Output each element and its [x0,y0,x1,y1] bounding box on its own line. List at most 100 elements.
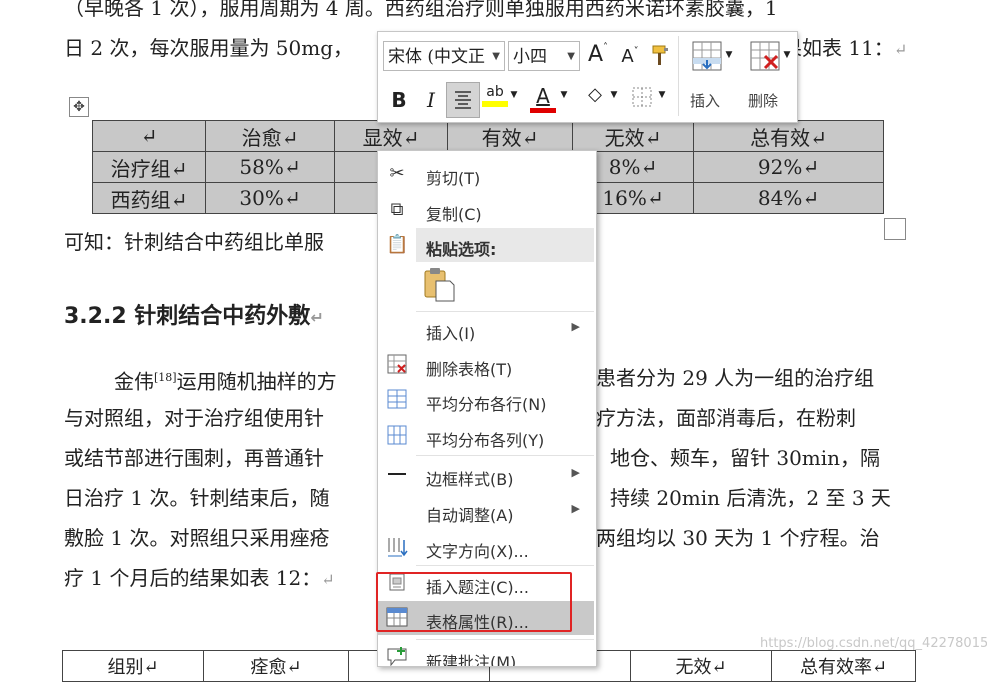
menu-item-label: 平均分布各行(N) [426,395,547,414]
table-cell[interactable]: 总有效↵ [693,120,884,152]
font-size-select[interactable]: 小四 ▼ [508,41,580,71]
menu-item-label: 剪切(T) [426,169,481,188]
table-cell[interactable]: ↵ [92,120,206,152]
doc-p2-line3-left: 或结节部进行围刺，再普通针 [64,446,324,470]
menu-item-label: 边框样式(B) [426,470,514,489]
doc-text: 运用随机抽样的方 [176,369,337,394]
doc-p2-line5-left: 敷脸 1 次。对照组只采用痤疮 [64,526,330,550]
menu-divider [416,455,594,456]
table-cell[interactable]: 有效↵ [447,120,573,152]
chevron-right-icon: ▶ [571,466,580,479]
chevron-down-icon[interactable]: ▼ [558,90,570,100]
table-cell[interactable]: 92%↵ [693,151,884,183]
doc-line-2-left: 日 2 次，每次服用量为 50mg， [64,36,354,60]
menu-item-label: 插入(I) [426,324,476,343]
menu-item-label: 文字方向(X)... [426,542,529,561]
doc-p2-line6: 疗 1 个月后的结果如表 12：↵ [64,564,335,594]
highlight-icon[interactable]: ab [482,84,508,107]
doc-line-2-right-text: 果如表 11： [782,36,894,60]
table-header-row: ↵ 治愈↵ 显效↵ 有效↵ 无效↵ 总有效↵ [92,120,884,152]
chevron-down-icon[interactable]: ▼ [608,90,620,100]
menu-item-copy[interactable]: ⧉ 复制(C) [378,193,594,227]
menu-item-autofit[interactable]: 自动调整(A) ▶ [378,494,594,528]
insert-table-icon[interactable] [690,40,724,76]
chevron-down-icon[interactable]: ▼ [724,50,734,60]
menu-item-border-style[interactable]: 边框样式(B) ▶ [378,458,594,492]
table-cell[interactable]: 58%↵ [205,151,335,183]
shrink-font-icon[interactable]: A˅ [618,46,642,67]
menu-item-new-comment[interactable]: 新建批注(M) [378,641,594,667]
menu-item-label: 自动调整(A) [426,506,514,525]
table-cell[interactable]: 无效↵ [630,650,772,682]
font-color-icon[interactable]: A [530,84,556,113]
bold-icon[interactable]: B [388,88,410,112]
table-cell[interactable]: 30%↵ [205,182,335,214]
font-name-select[interactable]: 宋体 (中文正 ▼ [383,41,505,71]
table-resize-handle[interactable] [884,218,906,240]
menu-item-label: 复制(C) [426,205,482,224]
paragraph-mark: ↵ [321,570,335,589]
doc-p2-line4-right: 持续 20min 后清洗，2 至 3 天 [610,486,891,510]
section-heading: 3.2.2 针刺结合中药外敷↵ [64,298,324,330]
new-comment-icon [386,647,408,666]
delete-table-icon [386,354,408,376]
grow-font-icon[interactable]: A˄ [586,42,610,67]
table-cell[interactable]: 治疗组↵ [92,151,206,183]
chevron-down-icon[interactable]: ▼ [508,90,520,100]
citation: [18] [154,371,177,384]
table-cell[interactable]: 治愈↵ [205,120,335,152]
menu-item-insert[interactable]: 插入(I) ▶ [378,312,594,346]
paste-text-only-icon [424,268,455,302]
chevron-down-icon[interactable]: ▼ [782,50,792,60]
chevron-down-icon[interactable]: ▼ [656,90,668,100]
distribute-rows-icon [386,389,408,411]
doc-line-1: （早晚各 1 次），服用周期为 4 周。西药组治疗则单独服用西药米诺环素胶囊，1 [64,0,778,20]
paragraph-mark: ↵ [893,40,908,59]
doc-line-2-right: 果如表 11：↵ [782,34,907,64]
doc-text: 疗 1 个月后的结果如表 12： [64,566,322,590]
italic-icon[interactable]: I [420,88,442,112]
table-move-handle[interactable]: ✥ [69,97,89,117]
menu-item-label: 粘贴选项: [426,240,497,259]
delete-table-icon[interactable] [748,40,782,76]
chevron-right-icon: ▶ [571,320,580,333]
section-heading-text: 3.2.2 针刺结合中药外敷 [64,304,311,329]
font-size-value: 小四 [513,47,547,67]
doc-p2-line3-right: 地仓、颊车，留针 30min，隔 [610,446,881,470]
doc-p2-line4-left: 日治疗 1 次。针刺结束后，随 [64,486,330,510]
center-align-icon[interactable] [446,82,480,118]
menu-item-label: 平均分布各列(Y) [426,431,545,450]
chevron-down-icon: ▼ [567,51,575,62]
doc-p2-line1-right: 患者分为 29 人为一组的治疗组 [596,366,875,390]
table-cell[interactable]: 总有效率↵ [771,650,916,682]
doc-p2-line2-right: 疗方法，面部消毒后，在粉刺 [596,406,856,430]
table-cell[interactable]: 显效↵ [334,120,448,152]
menu-item-distribute-columns[interactable]: 平均分布各列(Y) [378,419,594,453]
red-highlight-annotation [376,572,572,632]
shading-icon[interactable]: ◇ [582,84,608,105]
paste-keep-text-only-button[interactable] [416,267,476,307]
doc-text-after-table: 可知：针刺结合中药组比单服 [64,230,324,254]
copy-icon: ⧉ [390,199,404,220]
insert-label[interactable]: 插入 [690,90,720,111]
borders-icon[interactable] [630,86,654,112]
author-name: 金伟 [114,369,154,394]
paste-section-icon-holder: 📋 [378,228,416,262]
chevron-down-icon: ▼ [492,51,500,62]
chevron-right-icon: ▶ [571,502,580,515]
table-cell[interactable]: 痊愈↵ [203,650,349,682]
menu-item-distribute-rows[interactable]: 平均分布各行(N) [378,383,594,417]
mini-formatting-toolbar: 宋体 (中文正 ▼ 小四 ▼ A˄ A˅ B I ab ▼ A ▼ ◇ ▼ ▼ ▼ … [377,31,798,123]
delete-label[interactable]: 删除 [748,90,778,111]
font-name-value: 宋体 (中文正 [388,47,486,67]
format-painter-icon[interactable] [648,44,674,73]
table-cell[interactable]: 西药组↵ [92,182,206,214]
table-cell[interactable]: 组别↵ [62,650,204,682]
table-cell[interactable]: 84%↵ [693,182,884,214]
menu-item-text-direction[interactable]: 文字方向(X)... [378,530,594,564]
table-cell[interactable]: 无效↵ [572,120,694,152]
menu-item-label: 删除表格(T) [426,360,513,379]
menu-item-cut[interactable]: ✂ 剪切(T) [378,157,594,191]
menu-item-label: 新建批注(M) [426,653,517,667]
menu-item-delete-table[interactable]: 删除表格(T) [378,348,594,382]
